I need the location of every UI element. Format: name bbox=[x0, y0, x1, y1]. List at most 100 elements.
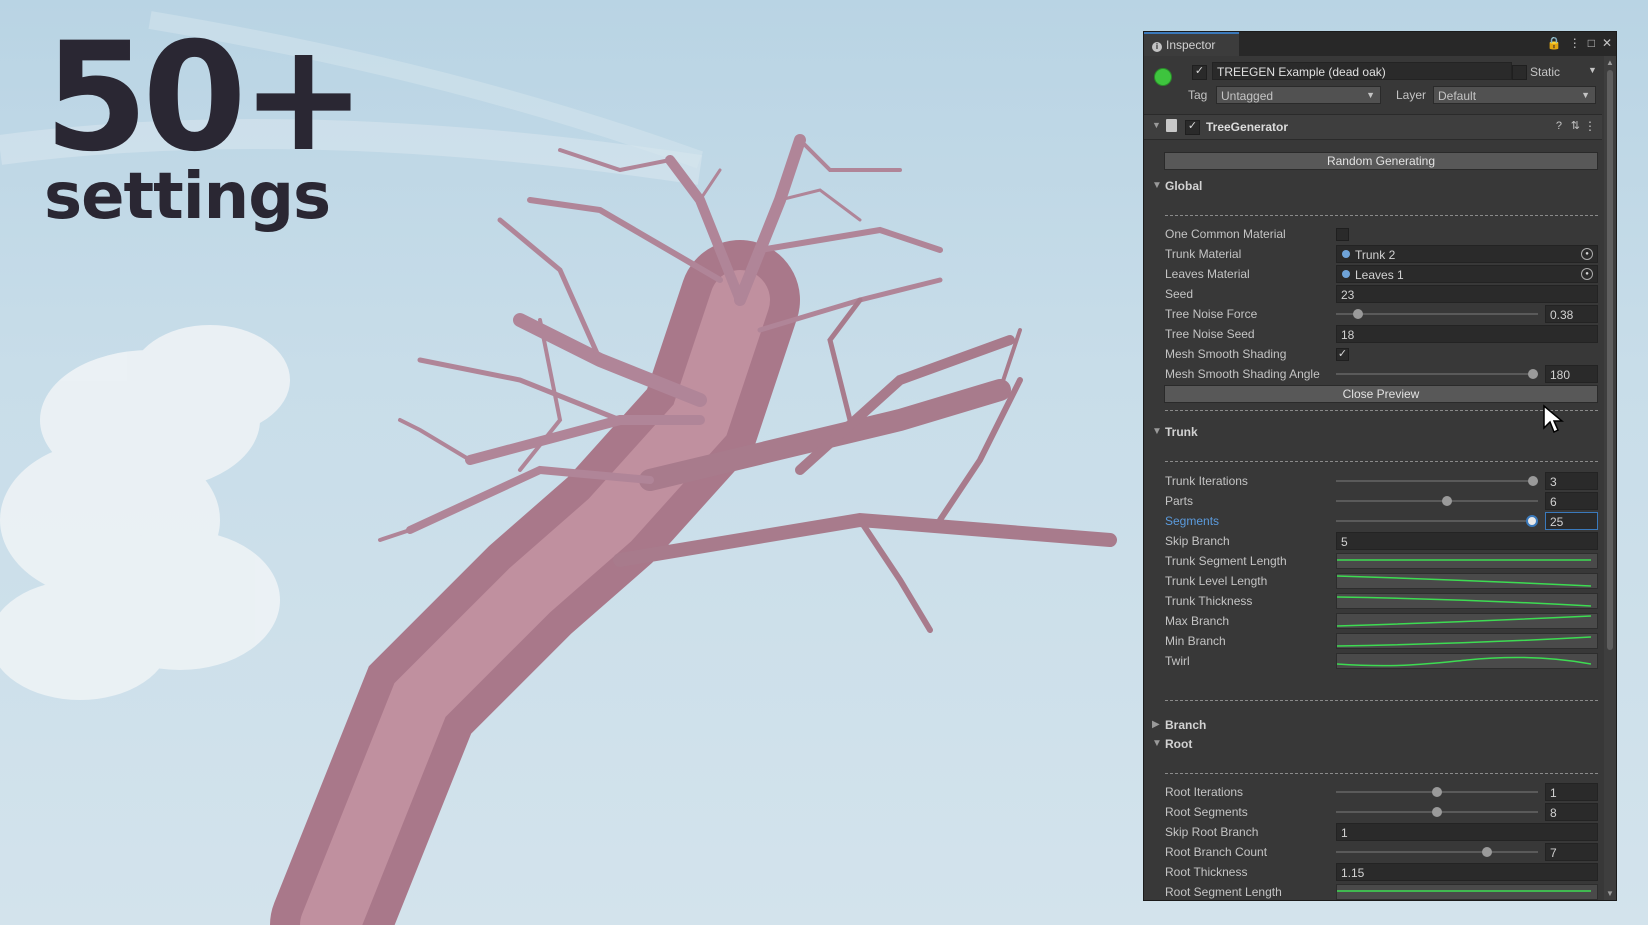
trunk-iterations-value[interactable]: 3 bbox=[1545, 472, 1598, 490]
label: Tree Noise Seed bbox=[1165, 327, 1255, 341]
row-curve: Min Branch bbox=[1144, 631, 1602, 651]
curve-line bbox=[1337, 559, 1591, 561]
slider-knob[interactable] bbox=[1441, 496, 1452, 506]
slider-knob[interactable] bbox=[1432, 787, 1442, 797]
label: One Common Material bbox=[1165, 227, 1286, 241]
skip-root-branch-field[interactable]: 1 bbox=[1336, 823, 1598, 841]
label: Trunk Thickness bbox=[1165, 594, 1253, 608]
segments-slider[interactable] bbox=[1336, 520, 1538, 522]
slider-knob[interactable] bbox=[1526, 515, 1538, 527]
layer-dropdown[interactable]: Default ▼ bbox=[1433, 86, 1596, 104]
object-header: ✓ TREEGEN Example (dead oak) Static ▼ Ta… bbox=[1144, 56, 1602, 116]
label: Min Branch bbox=[1165, 634, 1226, 648]
row-leaves-material: Leaves Material Leaves 1 ● bbox=[1144, 264, 1602, 284]
close-preview-button[interactable]: Close Preview bbox=[1164, 385, 1598, 403]
root-iterations-value[interactable]: 1 bbox=[1545, 783, 1598, 801]
curve-field[interactable] bbox=[1336, 633, 1598, 649]
mesh-smooth-shading-angle-slider[interactable] bbox=[1336, 373, 1538, 375]
section-trunk[interactable]: ▼ Trunk bbox=[1144, 422, 1602, 442]
skip-branch-field[interactable]: 5 bbox=[1336, 532, 1598, 550]
section-branch[interactable]: ▶ Branch bbox=[1144, 715, 1602, 735]
scrollbar[interactable]: ▲ ▼ bbox=[1604, 56, 1616, 900]
maximize-icon[interactable]: □ bbox=[1588, 36, 1595, 50]
parts-value[interactable]: 6 bbox=[1545, 492, 1598, 510]
chevron-down-icon[interactable]: ▼ bbox=[1588, 65, 1597, 75]
tree-noise-force-value[interactable]: 0.38 bbox=[1545, 305, 1598, 323]
scrollbar-thumb[interactable] bbox=[1607, 70, 1613, 650]
help-icon[interactable]: ? bbox=[1556, 120, 1562, 132]
curve-field[interactable] bbox=[1336, 553, 1598, 569]
object-picker-icon[interactable]: ● bbox=[1581, 248, 1593, 260]
mesh-smooth-shading-angle-value[interactable]: 180 bbox=[1545, 365, 1598, 383]
seed-field[interactable]: 23 bbox=[1336, 285, 1598, 303]
slider-knob[interactable] bbox=[1481, 847, 1492, 857]
section-global[interactable]: ▼ Global bbox=[1144, 176, 1602, 196]
label: Seed bbox=[1165, 287, 1194, 301]
curve-line bbox=[1336, 575, 1592, 587]
lock-icon[interactable]: 🔒 bbox=[1547, 36, 1562, 50]
object-name-field[interactable]: TREEGEN Example (dead oak) bbox=[1212, 62, 1512, 80]
section-root[interactable]: ▼ Root bbox=[1144, 734, 1602, 754]
slider-knob[interactable] bbox=[1528, 476, 1538, 486]
row-curve: Max Branch bbox=[1144, 611, 1602, 631]
one-common-material-checkbox[interactable] bbox=[1336, 228, 1349, 241]
static-checkbox[interactable] bbox=[1512, 65, 1527, 80]
tag-label: Tag bbox=[1188, 88, 1208, 102]
tab-icons: 🔒 ⋮ □ ✕ bbox=[1540, 36, 1612, 50]
menu-icon[interactable]: ⋮ bbox=[1569, 36, 1581, 50]
root-branch-count-value[interactable]: 7 bbox=[1545, 843, 1598, 861]
scroll-down-icon[interactable]: ▼ bbox=[1606, 889, 1614, 898]
foldout-arrow-icon[interactable]: ▼ bbox=[1152, 120, 1161, 130]
slider-knob[interactable] bbox=[1432, 807, 1442, 817]
mesh-smooth-shading-checkbox[interactable]: ✓ bbox=[1336, 348, 1349, 361]
row-curve: Twirl bbox=[1144, 651, 1602, 671]
root-branch-count-slider[interactable] bbox=[1336, 851, 1538, 853]
parts-slider[interactable] bbox=[1336, 500, 1538, 502]
curve-field[interactable] bbox=[1336, 593, 1598, 609]
object-picker-icon[interactable]: ● bbox=[1581, 268, 1593, 280]
trunk-iterations-slider[interactable] bbox=[1336, 480, 1538, 482]
curve-field[interactable] bbox=[1336, 653, 1598, 669]
tree-noise-seed-field[interactable]: 18 bbox=[1336, 325, 1598, 343]
trunk-material-field[interactable]: Trunk 2 ● bbox=[1336, 245, 1598, 263]
curve-field[interactable] bbox=[1336, 884, 1598, 900]
tag-value: Untagged bbox=[1221, 89, 1274, 103]
section-branch-label: Branch bbox=[1165, 718, 1207, 732]
presets-icon[interactable]: ⇅ bbox=[1571, 119, 1580, 132]
divider bbox=[1165, 410, 1598, 411]
segments-value[interactable]: 25 bbox=[1545, 512, 1598, 530]
layer-label: Layer bbox=[1396, 88, 1427, 102]
material-icon bbox=[1342, 270, 1350, 278]
row-curve: Trunk Thickness bbox=[1144, 591, 1602, 611]
component-menu-icon[interactable]: ⋮ bbox=[1584, 119, 1596, 133]
component-enabled-checkbox[interactable]: ✓ bbox=[1185, 120, 1200, 135]
foldout-arrow-icon: ▼ bbox=[1152, 426, 1162, 437]
component-header[interactable]: ▼ ✓ TreeGenerator ? ⇅ ⋮ bbox=[1144, 114, 1602, 140]
scroll-up-icon[interactable]: ▲ bbox=[1606, 58, 1614, 67]
curve-line bbox=[1336, 615, 1592, 627]
root-thickness-field[interactable]: 1.15 bbox=[1336, 863, 1598, 881]
script-icon bbox=[1166, 119, 1177, 132]
slider-knob[interactable] bbox=[1528, 369, 1538, 379]
divider bbox=[1165, 700, 1598, 701]
label: Root Segment Length bbox=[1165, 885, 1282, 899]
tag-dropdown[interactable]: Untagged ▼ bbox=[1216, 86, 1381, 104]
slider-knob[interactable] bbox=[1353, 309, 1364, 319]
tab-inspector[interactable]: i Inspector bbox=[1144, 32, 1239, 56]
leaves-material-field[interactable]: Leaves 1 ● bbox=[1336, 265, 1598, 283]
foldout-arrow-icon: ▶ bbox=[1152, 719, 1160, 730]
label: Trunk Level Length bbox=[1165, 574, 1268, 588]
active-checkbox[interactable]: ✓ bbox=[1192, 65, 1207, 80]
tree-noise-force-slider[interactable] bbox=[1336, 313, 1538, 315]
label: Tree Noise Force bbox=[1165, 307, 1258, 321]
chevron-down-icon: ▼ bbox=[1366, 90, 1375, 100]
row-root-branch-count: Root Branch Count 7 bbox=[1144, 842, 1602, 862]
inspector-panel: i Inspector 🔒 ⋮ □ ✕ ✓ TREEGEN Example (dead … bbox=[1143, 31, 1617, 901]
random-generating-button[interactable]: Random Generating bbox=[1164, 152, 1598, 170]
close-icon[interactable]: ✕ bbox=[1602, 36, 1612, 50]
root-segments-value[interactable]: 8 bbox=[1545, 803, 1598, 821]
gameobject-icon[interactable] bbox=[1154, 68, 1172, 86]
curve-field[interactable] bbox=[1336, 613, 1598, 629]
row-skip-root-branch: Skip Root Branch 1 bbox=[1144, 822, 1602, 842]
curve-field[interactable] bbox=[1336, 573, 1598, 589]
